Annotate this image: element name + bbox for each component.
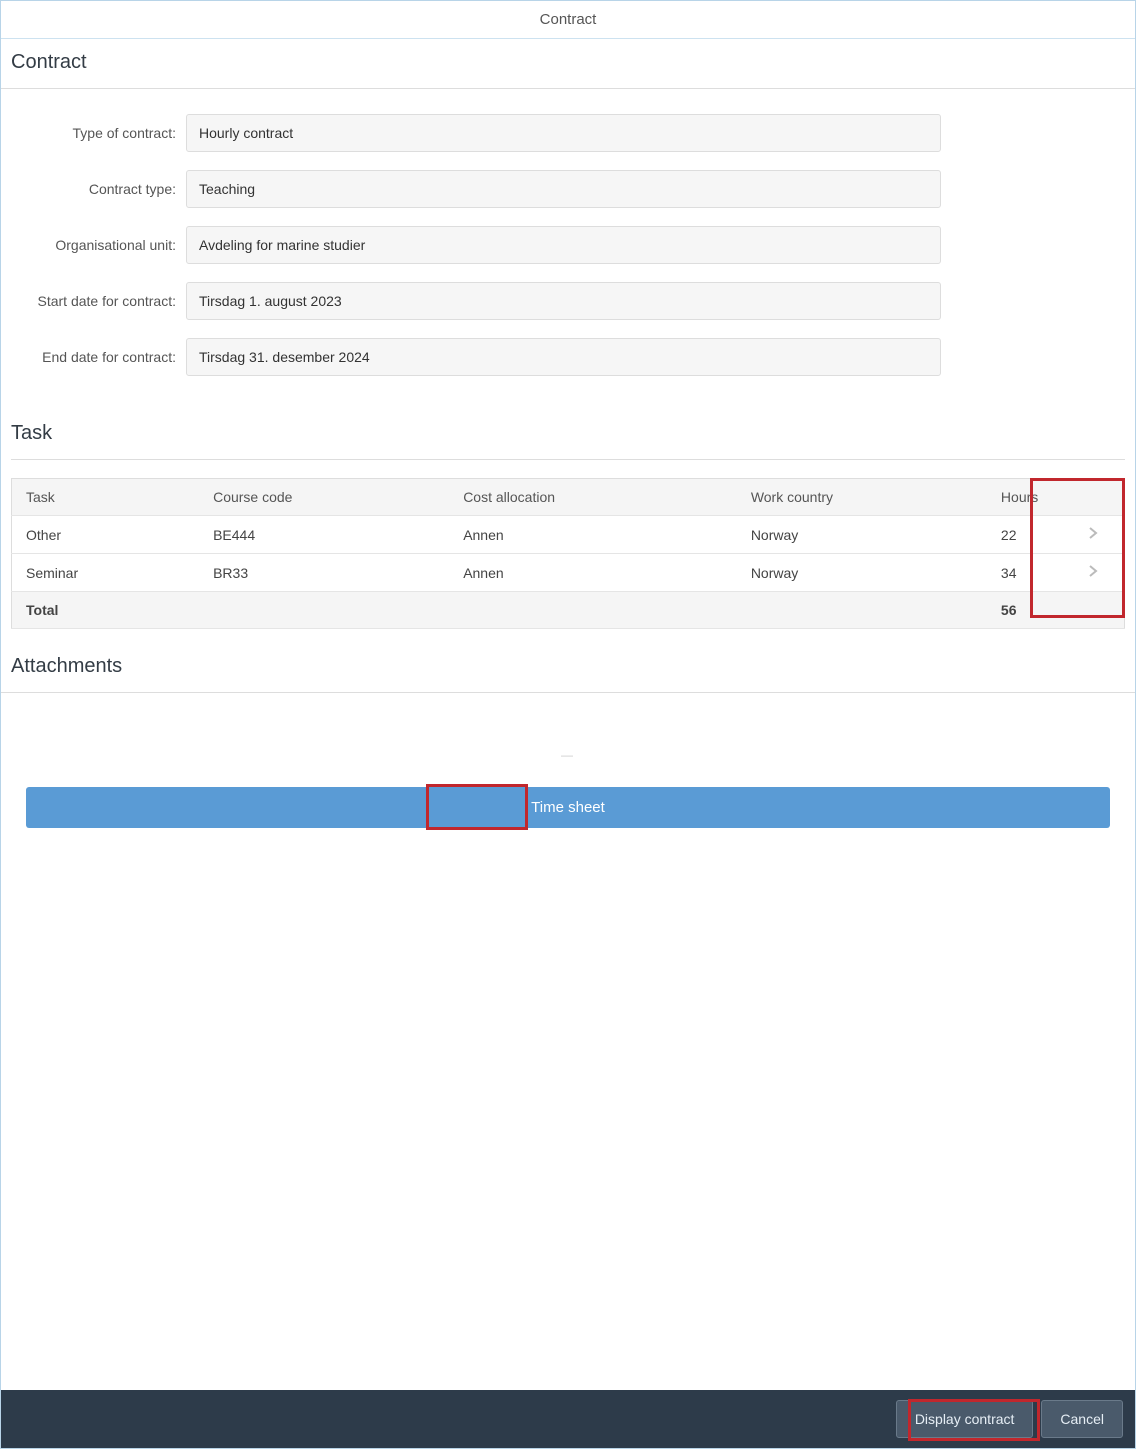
timesheet-button[interactable]: Time sheet — [26, 787, 1110, 828]
task-section: Task Task Course code Cost allocation Wo… — [1, 414, 1135, 629]
chevron-right-icon[interactable] — [1074, 516, 1124, 554]
label-contract-type: Contract type: — [21, 180, 186, 198]
value-type-of-contract: Hourly contract — [186, 114, 941, 152]
cell-hours: 22 — [987, 516, 1075, 554]
total-label: Total — [12, 592, 200, 629]
field-org-unit: Organisational unit: Avdeling for marine… — [21, 226, 1115, 264]
cell-hours: 34 — [987, 554, 1075, 592]
cell-course: BR33 — [199, 554, 449, 592]
col-header-country: Work country — [737, 479, 987, 516]
window-title: Contract — [1, 1, 1135, 39]
col-header-task: Task — [12, 479, 200, 516]
footer-bar: Display contract Cancel — [1, 1390, 1135, 1448]
label-org-unit: Organisational unit: — [21, 236, 186, 254]
field-start-date: Start date for contract: Tirsdag 1. augu… — [21, 282, 1115, 320]
total-hours: 56 — [987, 592, 1075, 629]
col-header-hours: Hours — [987, 479, 1075, 516]
cell-country: Norway — [737, 516, 987, 554]
value-contract-type: Teaching — [186, 170, 941, 208]
page-wrap: Contract Contract Type of contract: Hour… — [0, 0, 1136, 1449]
contract-section-title: Contract — [1, 39, 1135, 89]
chevron-right-icon[interactable] — [1074, 554, 1124, 592]
cell-cost: Annen — [449, 554, 737, 592]
label-type-of-contract: Type of contract: — [21, 124, 186, 142]
cell-task: Other — [12, 516, 200, 554]
cancel-button[interactable]: Cancel — [1041, 1400, 1123, 1438]
field-contract-type: Contract type: Teaching — [21, 170, 1115, 208]
table-row[interactable]: Other BE444 Annen Norway 22 — [12, 516, 1125, 554]
value-org-unit: Avdeling for marine studier — [186, 226, 941, 264]
cell-cost: Annen — [449, 516, 737, 554]
table-header-row: Task Course code Cost allocation Work co… — [12, 479, 1125, 516]
task-table: Task Course code Cost allocation Work co… — [11, 478, 1125, 629]
col-header-course: Course code — [199, 479, 449, 516]
field-end-date: End date for contract: Tirsdag 31. desem… — [21, 338, 1115, 376]
label-start-date: Start date for contract: — [21, 292, 186, 310]
value-start-date: Tirsdag 1. august 2023 — [186, 282, 941, 320]
col-header-cost: Cost allocation — [449, 479, 737, 516]
field-type-of-contract: Type of contract: Hourly contract — [21, 114, 1115, 152]
attachments-section-title: Attachments — [1, 629, 1135, 693]
display-contract-button[interactable]: Display contract — [896, 1400, 1034, 1438]
cell-course: BE444 — [199, 516, 449, 554]
task-section-title: Task — [11, 414, 1125, 460]
divider-icon: — — [1, 748, 1135, 762]
table-row[interactable]: Seminar BR33 Annen Norway 34 — [12, 554, 1125, 592]
value-end-date: Tirsdag 31. desember 2024 — [186, 338, 941, 376]
cell-task: Seminar — [12, 554, 200, 592]
timesheet-button-wrap: Time sheet — [1, 762, 1135, 828]
label-end-date: End date for contract: — [21, 348, 186, 366]
table-total-row: Total 56 — [12, 592, 1125, 629]
cell-country: Norway — [737, 554, 987, 592]
contract-form: Type of contract: Hourly contract Contra… — [1, 89, 1135, 414]
